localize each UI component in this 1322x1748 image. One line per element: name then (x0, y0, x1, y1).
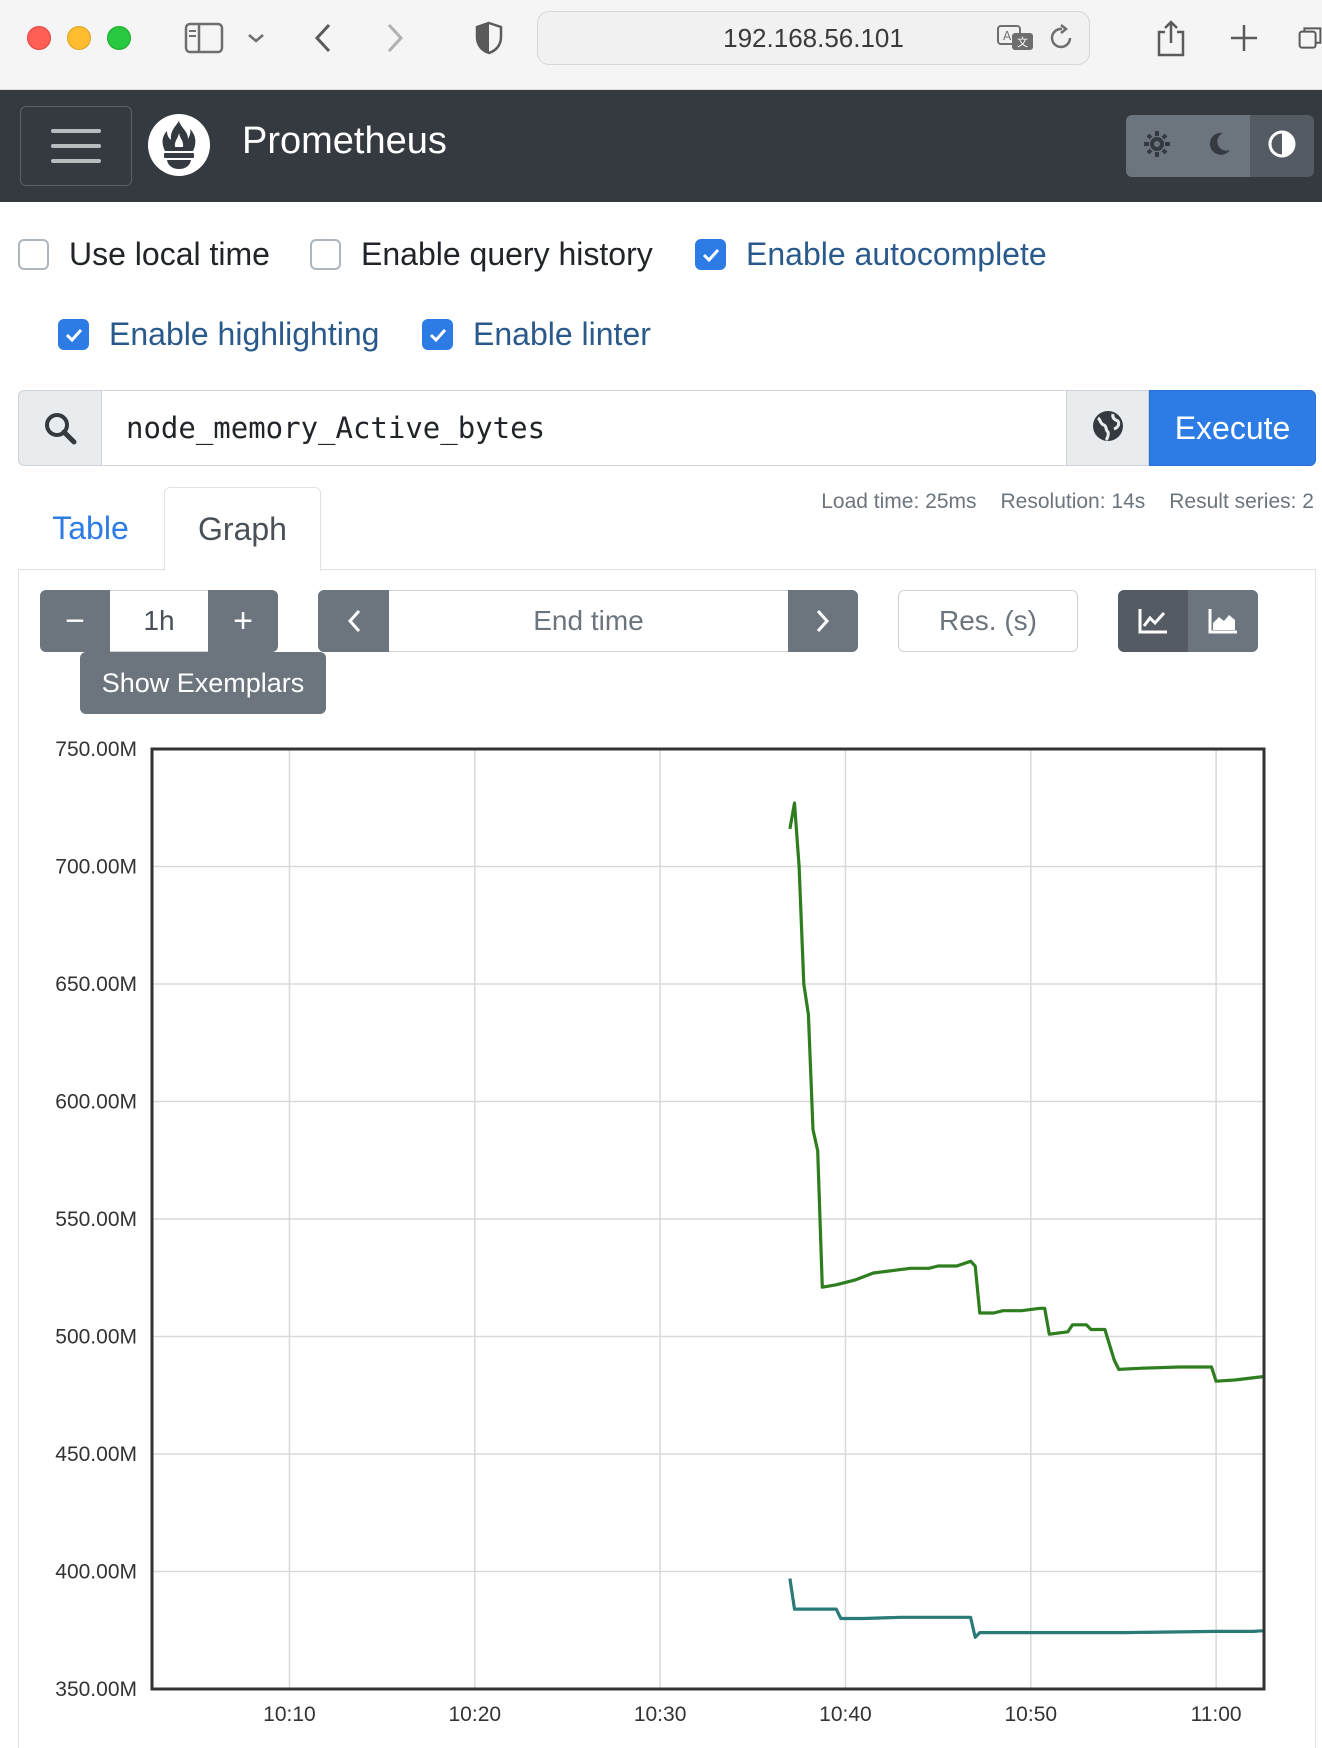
use-local-time-option[interactable]: Use local time (18, 236, 270, 273)
x-tick-label: 10:20 (449, 1703, 502, 1726)
enable-highlighting-checkbox[interactable] (58, 319, 89, 350)
y-tick-label: 350.00M (55, 1678, 137, 1701)
enable-highlighting-label[interactable]: Enable highlighting (109, 316, 379, 353)
address-bar[interactable]: 192.168.56.101 A文 (537, 11, 1090, 65)
hamburger-icon (51, 129, 101, 133)
enable-autocomplete-checkbox[interactable] (695, 239, 726, 270)
enable-query-history-checkbox[interactable] (310, 239, 341, 270)
line-chart-icon (1138, 609, 1167, 634)
y-tick-label: 600.00M (55, 1091, 137, 1114)
enable-linter-label[interactable]: Enable linter (473, 316, 651, 353)
y-tick-label: 550.00M (55, 1208, 137, 1231)
svg-text:文: 文 (1017, 35, 1028, 49)
brand-title[interactable]: Prometheus (242, 120, 447, 163)
chevron-down-icon[interactable] (244, 18, 268, 58)
translate-icon[interactable]: A文 (997, 24, 1035, 59)
area-chart-icon (1208, 609, 1237, 634)
enable-query-history-option[interactable]: Enable query history (310, 236, 653, 273)
y-tick-label: 650.00M (55, 973, 137, 996)
tabs-overview-icon[interactable] (1298, 18, 1322, 58)
forward-icon[interactable] (380, 18, 410, 58)
tab-graph[interactable]: Graph (164, 487, 321, 571)
search-icon (18, 390, 101, 466)
tab-table[interactable]: Table (18, 487, 163, 569)
enable-linter-option[interactable]: Enable linter (422, 316, 651, 353)
use-local-time-checkbox[interactable] (18, 239, 49, 270)
url-text: 192.168.56.101 (723, 22, 904, 53)
globe-icon (1091, 409, 1125, 448)
minimize-window-button[interactable] (67, 26, 91, 50)
resolution-input[interactable]: Res. (s) (898, 590, 1078, 652)
range-input[interactable]: 1h (110, 590, 208, 652)
enable-autocomplete-option[interactable]: Enable autocomplete (695, 236, 1047, 273)
series-line-2[interactable] (788, 1578, 1265, 1639)
end-time-back-button[interactable] (318, 590, 389, 652)
sidebar-icon[interactable] (180, 18, 228, 58)
line-chart-button[interactable] (1118, 590, 1188, 652)
back-icon[interactable] (308, 18, 338, 58)
expression-input[interactable]: node_memory_Active_bytes (101, 390, 1067, 466)
light-theme-button[interactable] (1126, 115, 1188, 177)
metrics-explorer-button[interactable] (1067, 390, 1149, 466)
y-axis-ticks: 750.00M 700.00M 650.00M 600.00M 550.00M 500.0… (55, 738, 137, 1701)
prometheus-logo-icon[interactable] (148, 114, 210, 176)
end-time-forward-button[interactable] (788, 590, 858, 652)
x-tick-label: 11:00 (1191, 1703, 1242, 1726)
half-circle-icon (1267, 129, 1297, 164)
series-lines (788, 801, 1265, 1639)
navbar: Prometheus (0, 90, 1322, 202)
moon-icon (1205, 130, 1233, 163)
auto-theme-button[interactable] (1250, 115, 1314, 177)
gear-icon (1142, 129, 1172, 164)
check-icon (65, 328, 82, 342)
load-time: Load time: 25ms (821, 490, 977, 513)
range-increase-button[interactable]: + (208, 590, 278, 652)
enable-query-history-label[interactable]: Enable query history (361, 236, 653, 273)
theme-switcher (1126, 115, 1314, 177)
x-tick-label: 10:40 (819, 1703, 872, 1726)
y-tick-label: 450.00M (55, 1443, 137, 1466)
resolution-stat: Resolution: 14s (1000, 490, 1146, 513)
show-exemplars-button[interactable]: Show Exemplars (80, 652, 326, 714)
x-tick-label: 10:50 (1005, 1703, 1058, 1726)
menu-toggle-button[interactable] (20, 106, 132, 186)
stacked-chart-button[interactable] (1188, 590, 1258, 652)
chart-grid (152, 748, 1264, 1690)
enable-linter-checkbox[interactable] (422, 319, 453, 350)
time-series-chart[interactable]: 750.00M 700.00M 650.00M 600.00M 550.00M 500.0… (0, 720, 1322, 1748)
y-tick-label: 700.00M (55, 856, 137, 879)
reload-icon[interactable] (1049, 24, 1075, 59)
chevron-left-icon (347, 609, 360, 633)
execute-button[interactable]: Execute (1149, 390, 1316, 466)
dark-theme-button[interactable] (1188, 115, 1250, 177)
series-line-1[interactable] (788, 801, 1265, 1383)
result-series-stat: Result series: 2 (1169, 490, 1314, 513)
new-tab-icon[interactable] (1228, 18, 1260, 58)
enable-highlighting-option[interactable]: Enable highlighting (58, 316, 379, 353)
browser-toolbar: 192.168.56.101 A文 (0, 0, 1322, 90)
zoom-window-button[interactable] (107, 26, 131, 50)
use-local-time-label[interactable]: Use local time (69, 236, 270, 273)
x-tick-label: 10:30 (634, 1703, 687, 1726)
x-tick-label: 10:10 (263, 1703, 316, 1726)
share-icon[interactable] (1154, 18, 1188, 58)
query-bar: node_memory_Active_bytes Execute (18, 390, 1316, 466)
x-axis-ticks: 10:10 10:20 10:30 10:40 10:50 11:00 (263, 1703, 1241, 1726)
shield-icon[interactable] (472, 18, 506, 58)
end-time-input[interactable]: End time (389, 590, 788, 652)
check-icon (702, 248, 719, 262)
y-tick-label: 750.00M (55, 738, 137, 761)
query-stats: Load time: 25ms Resolution: 14s Result s… (821, 490, 1314, 514)
check-icon (429, 328, 446, 342)
y-tick-label: 400.00M (55, 1561, 137, 1584)
y-tick-label: 500.00M (55, 1326, 137, 1349)
range-decrease-button[interactable]: − (40, 590, 110, 652)
svg-text:A: A (1003, 29, 1012, 43)
close-window-button[interactable] (27, 26, 51, 50)
enable-autocomplete-label[interactable]: Enable autocomplete (746, 236, 1047, 273)
chevron-right-icon (816, 609, 830, 633)
